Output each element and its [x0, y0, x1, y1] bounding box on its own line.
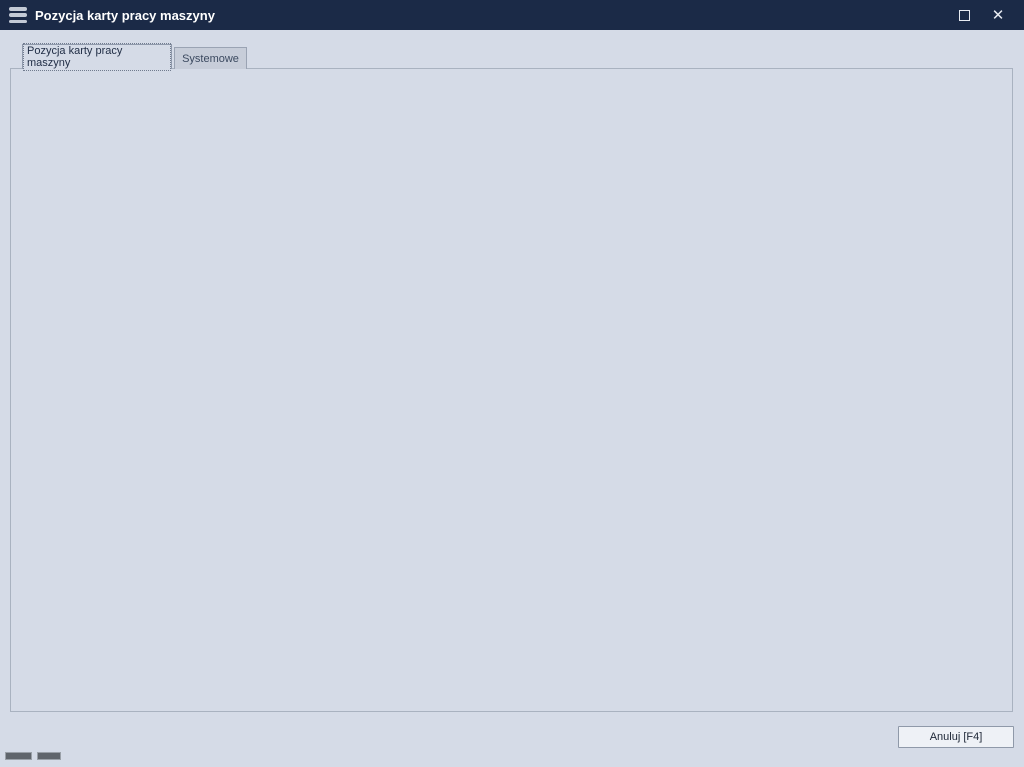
window-title: Pozycja karty pracy maszyny: [35, 8, 215, 23]
tab-systemowe[interactable]: Systemowe: [174, 47, 247, 69]
title-bar: Pozycja karty pracy maszyny ✕: [0, 0, 1024, 30]
dialog-window: Pozycja karty pracy maszyny ✕ Pozycja ka…: [0, 0, 1024, 767]
close-button[interactable]: ✕: [978, 0, 1018, 30]
cancel-button[interactable]: Anuluj [F4]: [898, 726, 1014, 748]
window-menu-icon[interactable]: [9, 7, 27, 23]
tab-label: Pozycja karty pracy maszyny: [23, 43, 171, 71]
tab-label: Systemowe: [182, 53, 239, 65]
panel-grip-marker: [5, 752, 32, 760]
tab-pozycja-karty-pracy-maszyny[interactable]: Pozycja karty pracy maszyny: [22, 44, 172, 69]
panel-grip-marker: [37, 752, 61, 760]
maximize-icon: [959, 10, 970, 21]
tab-page-panel: [10, 68, 1013, 712]
